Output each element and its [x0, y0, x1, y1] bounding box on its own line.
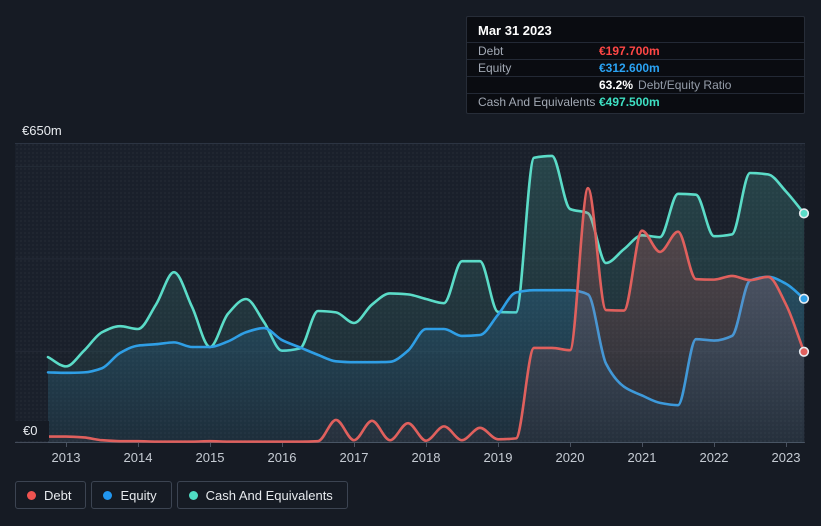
legend-debt-label: Debt	[44, 487, 72, 503]
x-label-2021: 2021	[627, 450, 657, 465]
x-label-2023: 2023	[771, 450, 801, 465]
y-axis-max-label: €650m	[22, 123, 62, 138]
x-label-2016: 2016	[267, 450, 297, 465]
chart-legend: Debt Equity Cash And Equivalents	[15, 481, 348, 509]
chart-panel: Mar 31 2023 Debt €197.700m Equity €312.6…	[0, 0, 821, 526]
equity-legend-dot-icon	[103, 490, 113, 500]
debt-legend-dot-icon	[27, 490, 36, 500]
cash-legend-dot-icon	[188, 490, 198, 500]
tooltip-ratio-pct: 63.2%	[599, 78, 634, 92]
tooltip-row-equity: Equity €312.600m	[467, 59, 804, 76]
x-label-2018: 2018	[411, 450, 441, 465]
debt-endpoint-dot	[798, 346, 810, 357]
tooltip-equity-label: Equity	[478, 61, 512, 75]
tooltip-row-debt: Debt €197.700m	[467, 42, 804, 59]
x-label-2017: 2017	[339, 450, 369, 465]
x-tick-2017	[354, 443, 355, 447]
x-tick-2023	[786, 443, 787, 447]
tooltip-equity-value: €312.600m	[599, 61, 660, 75]
x-tick-2016	[282, 443, 283, 447]
tooltip-row-cash: Cash And Equivalents €497.500m	[467, 93, 804, 110]
x-tick-2013	[66, 443, 67, 447]
legend-equity-label: Equity	[120, 487, 157, 503]
x-tick-2018	[426, 443, 427, 447]
legend-cash-label: Cash And Equivalents	[205, 487, 333, 503]
y-axis-zero-label: €0	[15, 421, 50, 441]
legend-item-equity[interactable]: Equity	[91, 481, 172, 509]
chart-tooltip: Mar 31 2023 Debt €197.700m Equity €312.6…	[466, 16, 805, 114]
legend-item-cash[interactable]: Cash And Equivalents	[176, 481, 348, 509]
x-label-2015: 2015	[195, 450, 225, 465]
tooltip-row-ratio: 63.2% Debt/Equity Ratio	[467, 76, 804, 93]
tooltip-ratio-label: Debt/Equity Ratio	[638, 78, 732, 92]
tooltip-debt-label: Debt	[478, 44, 504, 58]
x-tick-2014	[138, 443, 139, 447]
x-label-2014: 2014	[123, 450, 153, 465]
x-label-2019: 2019	[483, 450, 513, 465]
chart-svg	[15, 143, 810, 444]
tooltip-debt-value: €197.700m	[599, 44, 660, 58]
equity-endpoint-dot	[798, 293, 810, 304]
x-tick-2020	[570, 443, 571, 447]
cash-and-equivalents-endpoint-dot	[798, 208, 810, 219]
x-label-2013: 2013	[51, 450, 81, 465]
x-label-2020: 2020	[555, 450, 585, 465]
tooltip-cash-value: €497.500m	[599, 95, 660, 109]
x-label-2022: 2022	[699, 450, 729, 465]
x-tick-2015	[210, 443, 211, 447]
tooltip-cash-label: Cash And Equivalents	[478, 95, 596, 109]
x-tick-2021	[642, 443, 643, 447]
x-tick-2022	[714, 443, 715, 447]
x-tick-2019	[498, 443, 499, 447]
tooltip-date: Mar 31 2023	[478, 23, 552, 38]
legend-item-debt[interactable]: Debt	[15, 481, 87, 509]
plot-area[interactable]	[15, 143, 810, 444]
